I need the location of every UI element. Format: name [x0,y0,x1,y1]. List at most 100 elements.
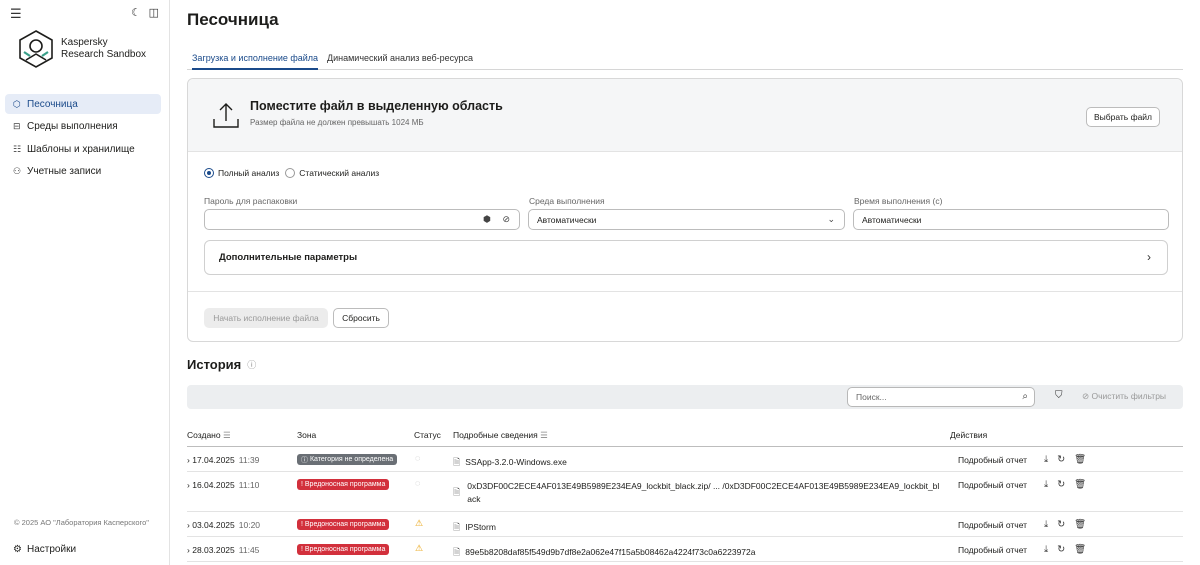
sidebar-nav: ⬡ Песочница ⊟ Среды выполнения ☷ Шаблоны… [5,94,161,184]
environment-select[interactable]: Автоматически ⌄ [528,209,845,230]
static-analysis-radio[interactable] [285,168,296,178]
row-actions: ⤓ ↻ 🗑 [1044,454,1095,465]
theme-toggle-icon[interactable]: ☾ [131,6,141,19]
info-icon[interactable]: ⓘ [247,358,256,371]
advanced-params-accordion[interactable]: Дополнительные параметры › [204,240,1168,275]
expand-chevron-icon[interactable]: › [187,455,190,465]
col-details-label: Подробные сведения [453,430,538,440]
row-created: › 16.04.2025 11:10 [187,480,259,490]
copyright: © 2025 АО "Лаборатория Касперского" [14,518,149,527]
tab-web-analysis[interactable]: Динамический анализ веб-ресурса [327,53,473,70]
exec-time-label: Время выполнения (с) [854,196,943,206]
cube-icon: ⬡ [13,98,21,109]
col-created-label: Создано [187,430,221,440]
drop-title: Поместите файл в выделенную область [250,99,503,113]
exec-time-field[interactable]: Автоматически [853,209,1169,230]
sidebar-item-label: Шаблоны и хранилище [27,143,135,155]
sidebar-item-accounts[interactable]: ⚇ Учетные записи [5,162,161,182]
detailed-report-link[interactable]: Подробный отчет [958,545,1027,555]
expand-chevron-icon[interactable]: › [187,480,190,490]
table-row[interactable]: › 17.04.2025 11:39 ⓘ Категория не определ… [187,447,1183,472]
row-details-text: 0xD3DF00C2ECE4AF013E49B5989E234EA9_lockb… [467,481,940,504]
row-created: › 03.04.2025 10:20 [187,520,260,530]
collapse-panel-icon[interactable]: ◫ [149,6,159,19]
sidebar-item-environments[interactable]: ⊟ Среды выполнения [5,117,161,137]
row-date: 16.04.2025 [192,480,235,490]
status-ok-icon: ◌ [415,478,421,488]
tab-file-upload[interactable]: Загрузка и исполнение файла [192,53,319,70]
rerun-icon[interactable]: ↻ [1057,544,1065,555]
search-input[interactable]: Поиск... ⌕ [847,387,1035,407]
trash-icon[interactable]: 🗑 [1074,454,1086,465]
download-icon[interactable]: ⤓ [1044,544,1048,555]
row-created: › 17.04.2025 11:39 [187,455,259,465]
choose-file-button[interactable]: Выбрать файл [1086,107,1160,127]
storage-icon: ☷ [13,143,22,154]
row-details-text: SSApp-3.2.0-Windows.exe [465,457,567,467]
file-icon: 🗎 [453,547,461,557]
sort-icon[interactable]: ☰ [223,430,231,440]
table-row[interactable]: › 16.04.2025 11:10 ! Вредоносная программ… [187,472,1183,512]
status-ok-icon: ◌ [415,453,421,463]
password-label: Пароль для распаковки [204,196,298,206]
clear-filters-label: Очистить фильтры [1091,391,1167,401]
settings-label: Настройки [27,544,77,555]
start-execution-button[interactable]: Начать исполнение файла [204,308,328,328]
search-icon[interactable]: ⌕ [1022,391,1028,402]
row-details[interactable]: 🗎 89e5b8208daf85f549d9b7df8e2a062e47f15a5… [453,545,756,561]
download-icon[interactable]: ⤓ [1044,519,1048,530]
download-icon[interactable]: ⤓ [1044,479,1048,490]
zone-badge: ! Вредоносная программа [297,479,390,490]
detailed-report-link[interactable]: Подробный отчет [958,520,1027,530]
clear-filters-button[interactable]: ⊘ Очистить фильтры [1082,391,1166,402]
col-status: Статус [414,430,441,440]
rerun-icon[interactable]: ↻ [1057,454,1065,465]
download-icon[interactable]: ⤓ [1044,454,1048,465]
expand-chevron-icon[interactable]: › [187,520,190,530]
zone-badge-label: Вредоносная программа [304,521,386,528]
history-filter-bar: Поиск... ⌕ ⛉ ⊘ Очистить фильтры [187,385,1183,409]
table-row[interactable]: › 03.04.2025 10:20 ! Вредоносная программ… [187,512,1183,537]
status-warning-icon: ⚠ [415,518,424,528]
upload-card: Поместите файл в выделенную область Разм… [187,78,1183,342]
row-details[interactable]: 🗎 0xD3DF00C2ECE4AF013E49B5989E234EA9_lock… [453,480,943,506]
detailed-report-link[interactable]: Подробный отчет [958,455,1027,465]
drop-subtitle: Размер файла не должен превышать 1024 МБ [250,118,424,127]
key-icon[interactable]: ⬢ [483,214,491,225]
hamburger-menu-icon[interactable]: ☰ [10,6,22,22]
row-details[interactable]: 🗎 SSApp-3.2.0-Windows.exe [453,455,567,471]
upload-icon [213,103,239,128]
filter-icon[interactable]: ⛉ [1055,390,1063,401]
trash-icon[interactable]: 🗑 [1074,544,1086,555]
col-zone: Зона [297,430,317,440]
col-created[interactable]: Создано ☰ [187,430,231,441]
sidebar-item-templates[interactable]: ☷ Шаблоны и хранилище [5,139,161,159]
sidebar-item-settings[interactable]: ⚙ Настройки [13,544,76,555]
file-icon: 🗎 [453,487,461,497]
kaspersky-logo-icon [19,30,53,68]
expand-chevron-icon[interactable]: › [187,545,190,555]
environment-label: Среда выполнения [529,196,605,206]
row-time: 10:20 [238,520,261,530]
password-field[interactable]: ⬢ ⊘ [204,209,520,230]
zone-badge-label: Вредоносная программа [304,481,386,488]
reset-button[interactable]: Сбросить [333,308,389,328]
brand-line-2: Research Sandbox [61,49,147,60]
brand-name: Kaspersky Research Sandbox [61,37,146,61]
rerun-icon[interactable]: ↻ [1057,519,1065,530]
table-row[interactable]: › 28.03.2025 11:45 ! Вредоносная программ… [187,537,1183,562]
col-details[interactable]: Подробные сведения ☰ [453,430,548,441]
row-details[interactable]: 🗎 IPStorm [453,520,496,536]
trash-icon[interactable]: 🗑 [1074,519,1086,530]
rerun-icon[interactable]: ↻ [1057,479,1065,490]
file-drop-zone[interactable]: Поместите файл в выделенную область Разм… [188,79,1182,152]
row-created: › 28.03.2025 11:45 [187,545,259,555]
zone-badge: ! Вредоносная программа [297,519,390,530]
eye-off-icon[interactable]: ⊘ [502,214,510,225]
full-analysis-radio[interactable] [204,168,214,178]
sidebar-item-sandbox[interactable]: ⬡ Песочница [5,94,161,114]
detailed-report-link[interactable]: Подробный отчет [958,480,1027,490]
sort-icon[interactable]: ☰ [540,430,548,440]
row-details-text: 89e5b8208daf85f549d9b7df8e2a062e47f15a5b… [465,547,756,557]
trash-icon[interactable]: 🗑 [1074,479,1086,490]
